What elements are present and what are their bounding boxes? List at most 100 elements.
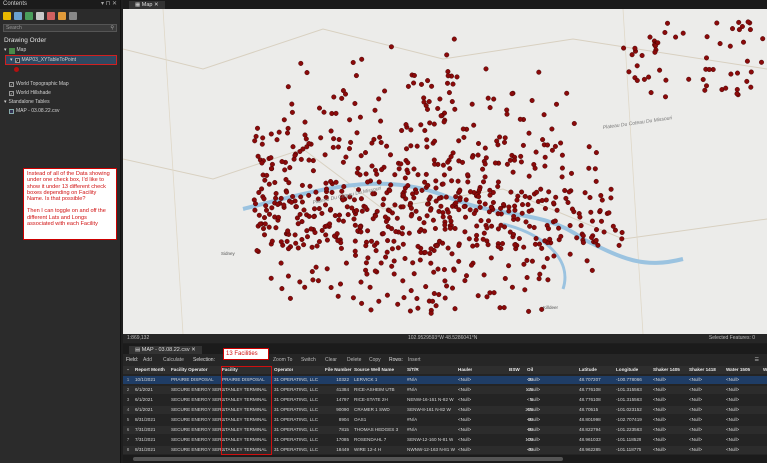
row-number[interactable]: 7 xyxy=(123,436,133,444)
map-canvas[interactable]: Plateau Du Coteau Du Missouri Plateau Du… xyxy=(123,9,767,334)
well-point[interactable] xyxy=(521,244,527,250)
well-point[interactable] xyxy=(532,165,538,171)
table-cell[interactable]: #N/A xyxy=(407,426,417,434)
well-point[interactable] xyxy=(465,172,471,178)
well-point[interactable] xyxy=(456,158,462,164)
well-point[interactable] xyxy=(299,236,305,242)
well-point[interactable] xyxy=(304,228,310,234)
well-point[interactable] xyxy=(411,195,417,201)
well-point[interactable] xyxy=(704,55,710,61)
well-point[interactable] xyxy=(542,163,548,169)
well-point[interactable] xyxy=(283,176,289,182)
well-point[interactable] xyxy=(571,120,577,126)
well-point[interactable] xyxy=(350,60,356,66)
well-point[interactable] xyxy=(388,182,394,188)
well-point[interactable] xyxy=(408,213,414,219)
well-point[interactable] xyxy=(400,278,406,284)
well-point[interactable] xyxy=(463,197,469,203)
well-point[interactable] xyxy=(355,165,361,171)
well-point[interactable] xyxy=(369,163,375,169)
tab-table[interactable]: ▤ MAP - 03.08.22.csv ✕ xyxy=(129,346,202,354)
well-point[interactable] xyxy=(404,146,410,152)
well-point[interactable] xyxy=(438,203,444,209)
well-point[interactable] xyxy=(354,208,360,214)
well-point[interactable] xyxy=(474,242,480,248)
column-header[interactable]: Operator xyxy=(274,366,293,374)
well-point[interactable] xyxy=(480,236,486,242)
well-point[interactable] xyxy=(522,287,528,293)
well-point[interactable] xyxy=(454,74,460,80)
table-cell[interactable]: RICE-STATE 2H xyxy=(354,396,388,404)
well-point[interactable] xyxy=(700,76,706,82)
expand-icon[interactable]: ▾ xyxy=(10,56,13,65)
well-point[interactable] xyxy=(358,229,364,235)
well-point[interactable] xyxy=(538,186,544,192)
well-point[interactable] xyxy=(508,189,514,195)
well-point[interactable] xyxy=(445,73,451,79)
well-point[interactable] xyxy=(463,214,469,220)
well-point[interactable] xyxy=(428,260,434,266)
column-header[interactable]: BSW xyxy=(509,366,520,374)
well-point[interactable] xyxy=(440,162,446,168)
well-point[interactable] xyxy=(553,194,559,200)
well-point[interactable] xyxy=(425,201,431,207)
well-point[interactable] xyxy=(574,235,580,241)
well-point[interactable] xyxy=(407,308,413,314)
well-point[interactable] xyxy=(328,206,334,212)
well-point[interactable] xyxy=(524,257,530,263)
well-point[interactable] xyxy=(252,207,258,213)
well-point[interactable] xyxy=(445,245,451,251)
well-point[interactable] xyxy=(388,44,394,50)
well-point[interactable] xyxy=(365,228,371,234)
well-point[interactable] xyxy=(531,224,537,230)
table-cell[interactable]: <Null> xyxy=(689,376,702,384)
well-point[interactable] xyxy=(469,154,475,160)
well-point[interactable] xyxy=(477,199,483,205)
table-cell[interactable]: -100.778066 xyxy=(616,376,642,384)
well-point[interactable] xyxy=(350,295,356,301)
table-cell[interactable]: SECURE ENERGY SER... xyxy=(171,426,225,434)
well-point[interactable] xyxy=(634,77,640,83)
well-point[interactable] xyxy=(316,239,322,245)
well-point[interactable] xyxy=(495,211,501,217)
well-point[interactable] xyxy=(621,45,627,51)
well-point[interactable] xyxy=(504,107,510,113)
well-point[interactable] xyxy=(266,211,272,217)
well-point[interactable] xyxy=(586,165,592,171)
well-point[interactable] xyxy=(263,203,269,209)
table-cell[interactable]: <Null> xyxy=(458,436,471,444)
well-point[interactable] xyxy=(336,212,342,218)
table-cell[interactable]: 31 OPERATING, LLC xyxy=(274,436,318,444)
table-cell[interactable]: 7815 xyxy=(325,426,349,434)
well-point[interactable] xyxy=(486,218,492,224)
well-point[interactable] xyxy=(365,179,371,185)
tree-item-xy-layer[interactable]: ▾ ✓ MAP03_XYTableToPoint xyxy=(5,55,117,65)
selected-features-count[interactable]: Selected Features: 0 xyxy=(709,334,755,343)
well-point[interactable] xyxy=(477,187,483,193)
well-point[interactable] xyxy=(566,189,572,195)
table-cell[interactable]: SECURE ENERGY SER... xyxy=(171,386,225,394)
well-point[interactable] xyxy=(391,238,397,244)
well-point[interactable] xyxy=(279,159,285,165)
table-cell[interactable]: NENW-16-161 N-82 W xyxy=(407,396,454,404)
table-cell[interactable]: 31 OPERATING, LLC xyxy=(274,416,318,424)
well-point[interactable] xyxy=(481,179,487,185)
well-point[interactable] xyxy=(489,223,495,229)
well-point[interactable] xyxy=(537,241,543,247)
well-point[interactable] xyxy=(488,204,494,210)
well-point[interactable] xyxy=(482,201,488,207)
well-point[interactable] xyxy=(438,113,444,119)
well-point[interactable] xyxy=(358,153,364,159)
well-point[interactable] xyxy=(488,255,494,261)
well-point[interactable] xyxy=(452,225,458,231)
well-point[interactable] xyxy=(311,214,317,220)
well-point[interactable] xyxy=(281,117,287,123)
well-point[interactable] xyxy=(478,218,484,224)
well-point[interactable] xyxy=(521,261,527,267)
row-number[interactable]: 6 xyxy=(123,426,133,434)
well-point[interactable] xyxy=(281,202,287,208)
well-point[interactable] xyxy=(324,237,330,243)
well-point[interactable] xyxy=(542,154,548,160)
row-number[interactable]: 5 xyxy=(123,416,133,424)
well-point[interactable] xyxy=(365,255,371,261)
